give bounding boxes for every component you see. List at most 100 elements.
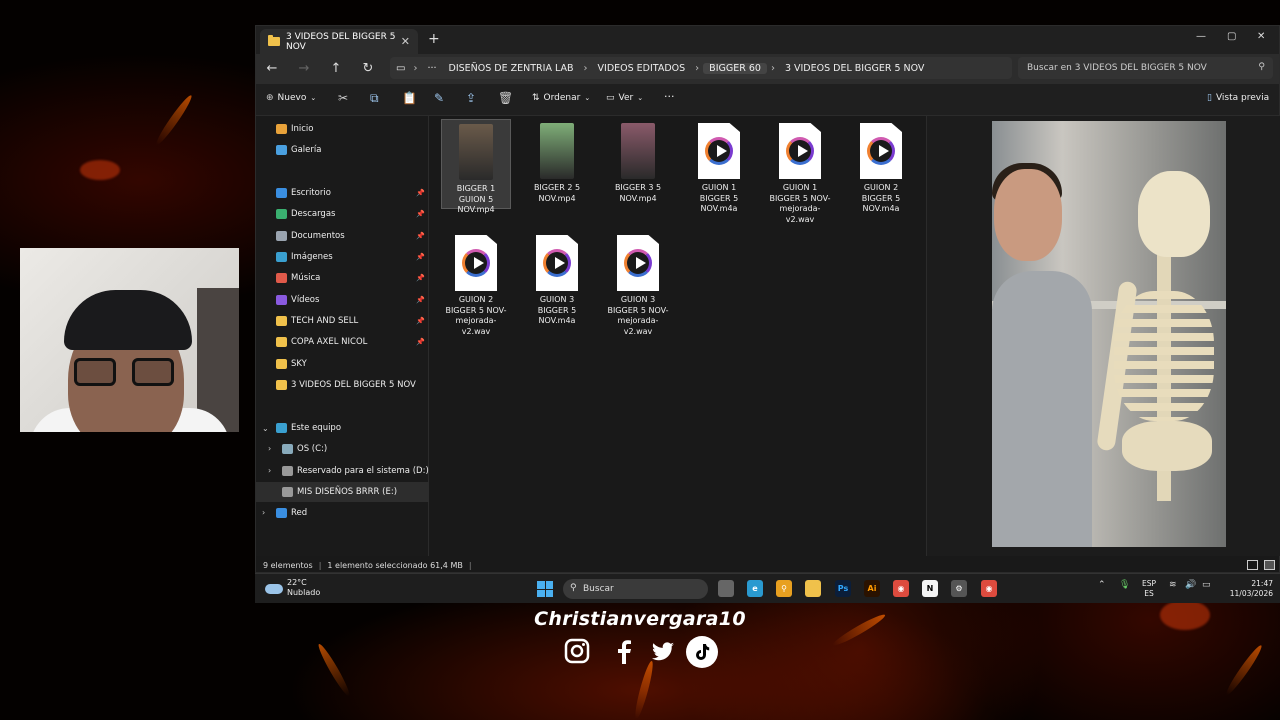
taskbar-app-illustrator[interactable]: Ai [864,580,880,597]
preview-pane-button[interactable]: ▯ Vista previa [1207,93,1269,103]
file-name: GUION 2 BIGGER 5 NOV.m4a [861,183,901,213]
maximize-button[interactable]: ▢ [1227,31,1236,42]
taskbar-app-file-explorer[interactable] [805,580,821,597]
breadcrumb-item[interactable]: VIDEOS EDITADOS [592,63,692,74]
divider: | [468,560,472,570]
forward-button[interactable]: → [295,61,313,76]
taskbar-search[interactable]: ⚲ Buscar [563,579,708,599]
clock[interactable]: 21:47 11/03/2026 [1223,579,1273,599]
sidebar-item-this-pc[interactable]: Este equipo [256,418,429,438]
computer-icon[interactable]: ▭ [396,63,409,74]
plus-circle-icon: ⊕ [266,93,274,103]
chevron-right-icon: › [770,62,775,74]
language-code: ESP [1142,579,1157,588]
file-item[interactable]: BIGGER 1 GUION 5 NOV.mp4 [441,119,511,214]
refresh-button[interactable]: ↻ [359,61,377,76]
sidebar-item[interactable]: TECH AND SELL 📌 [256,311,429,331]
breadcrumb-item[interactable]: 3 VIDEOS DEL BIGGER 5 NOV [779,63,931,74]
file-item[interactable]: BIGGER 2 5 NOV.mp4 [522,119,592,209]
cut-icon[interactable]: ✂ [338,91,348,105]
view-button-label: Ver [618,93,634,103]
folder-icon [276,423,287,433]
back-button[interactable]: ← [263,61,281,76]
wifi-icon[interactable]: ≋ [1169,580,1177,590]
folder-icon [276,273,287,283]
media-file-icon [617,235,659,291]
view-button[interactable]: ▭ Ver ⌄ [606,93,643,103]
breadcrumb-item[interactable]: DISEÑOS DE ZENTRIA LAB [443,63,580,74]
sidebar-item-drive[interactable]: OS (C:) [256,439,429,459]
share-icon[interactable]: ⇪ [466,91,476,105]
weather-widget[interactable]: 22°C Nublado [265,578,320,598]
search-input[interactable]: Buscar en 3 VIDEOS DEL BIGGER 5 NOV ⚲ [1018,57,1273,79]
file-item[interactable]: GUION 3 BIGGER 5 NOV-mejorada-v2.wav [603,231,673,336]
sidebar-item[interactable]: Escritorio 📌 [256,183,429,203]
search-icon: ⚲ [570,583,577,593]
sidebar-item[interactable]: 3 VIDEOS DEL BIGGER 5 NOV [256,375,429,395]
webcam-feed [20,248,239,432]
sidebar-item-label: 3 VIDEOS DEL BIGGER 5 NOV [291,380,416,390]
file-item[interactable]: BIGGER 3 5 NOV.mp4 [603,119,673,209]
tiles-view-icon[interactable] [1264,560,1275,570]
close-window-button[interactable]: ✕ [1257,31,1265,42]
taskbar-app-chrome[interactable]: ◉ [893,580,909,597]
language-indicator[interactable]: ESP ES [1142,579,1156,599]
sidebar-item-label: Documentos [291,231,345,241]
sidebar-item-drive[interactable]: MIS DISEÑOS BRRR (E:) [256,482,429,502]
close-tab-icon[interactable]: ✕ [401,35,410,48]
play-icon [624,249,652,277]
battery-icon[interactable]: ▭ [1202,580,1211,590]
sidebar-item[interactable]: SKY [256,354,429,374]
new-tab-button[interactable]: + [428,31,440,47]
sidebar-item[interactable]: Vídeos 📌 [256,290,429,310]
taskbar-app-notion[interactable]: N [922,580,938,597]
new-button[interactable]: ⊕ Nuevo ⌄ [266,93,316,103]
file-item[interactable]: GUION 3 BIGGER 5 NOV.m4a [522,231,592,325]
sidebar-item[interactable]: Descargas 📌 [256,204,429,224]
sidebar-item[interactable]: Inicio [256,119,429,139]
play-icon [867,137,895,165]
divider: | [318,560,322,570]
taskbar-search-label: Buscar [583,584,614,594]
delete-icon[interactable]: 🗑 [498,91,513,105]
tiktok-icon [686,636,718,668]
taskbar-app-chatgpt[interactable]: ⚙ [951,580,967,597]
copy-icon[interactable]: ⧉ [370,91,379,106]
up-button[interactable]: ↑ [327,61,345,76]
details-view-icon[interactable] [1247,560,1258,570]
sort-button[interactable]: ⇅ Ordenar ⌄ [532,93,590,103]
rename-icon[interactable]: ✎ [434,91,444,105]
sidebar-item-drive[interactable]: Reservado para el sistema (D:) [256,461,429,481]
sidebar-item[interactable]: COPA AXEL NICOL 📌 [256,332,429,352]
breadcrumb-overflow[interactable]: ··· [421,63,442,74]
sidebar-item[interactable]: Galería [256,140,429,160]
taskbar-app-edge[interactable]: e [747,580,763,597]
file-name: GUION 1 BIGGER 5 NOV-mejorada-v2.wav [769,183,831,224]
paste-icon[interactable]: 📋 [402,91,417,105]
taskbar-app-search-app[interactable]: ⚲ [776,580,792,597]
navigation-pane: Inicio Galería Escritorio 📌 Descargas 📌 Docume… [256,116,429,556]
start-button[interactable] [537,581,553,597]
volume-icon[interactable]: 🔊 [1185,580,1196,590]
microphone-icon[interactable]: 🎙 [1119,580,1130,590]
taskbar-app-photoshop[interactable]: Ps [835,580,851,597]
more-options-button[interactable]: ··· [664,90,675,103]
chevron-up-icon[interactable]: ⌃ [1098,580,1106,590]
sidebar-item[interactable]: Documentos 📌 [256,226,429,246]
folder-icon [276,380,287,390]
taskbar-app-task-view[interactable] [718,580,734,597]
file-item[interactable]: GUION 1 BIGGER 5 NOV.m4a [684,119,754,213]
folder-icon [276,124,287,134]
tab-current-folder[interactable]: 3 VIDEOS DEL BIGGER 5 NOV ✕ [260,29,418,54]
chevron-right-icon: › [695,62,700,74]
file-item[interactable]: GUION 1 BIGGER 5 NOV-mejorada-v2.wav [765,119,835,224]
file-item[interactable]: GUION 2 BIGGER 5 NOV.m4a [846,119,916,213]
taskbar-app-chrome-2[interactable]: ◉ [981,580,997,597]
minimize-button[interactable]: — [1196,31,1206,42]
sidebar-item[interactable]: Música 📌 [256,268,429,288]
sidebar-item-network[interactable]: Red [256,503,429,523]
file-item[interactable]: GUION 2 BIGGER 5 NOV-mejorada-v2.wav [441,231,511,336]
folder-icon [282,487,293,497]
sidebar-item[interactable]: Imágenes 📌 [256,247,429,267]
breadcrumb-item[interactable]: BIGGER 60 [703,62,767,74]
